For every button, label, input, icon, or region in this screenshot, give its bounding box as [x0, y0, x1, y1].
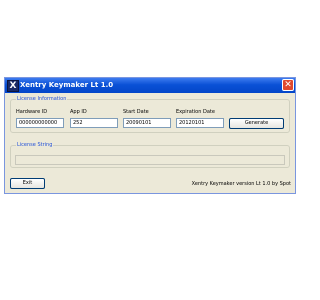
hardware-id-input[interactable]: 000000000000 [16, 118, 64, 128]
hardware-id-label: Hardware ID [16, 109, 48, 115]
license-information-legend: License Information [16, 95, 68, 103]
expiration-date-label: Expiration Date [176, 109, 215, 115]
exit-button[interactable]: Exit [10, 178, 45, 189]
start-date-input[interactable]: 20090101 [123, 118, 171, 128]
license-string-legend: License String [16, 141, 54, 149]
generate-button[interactable]: Generate [229, 118, 284, 129]
window-title: Xentry Keymaker Lt 1.0 [20, 81, 114, 89]
app-id-label: App ID [70, 109, 87, 115]
title-bar[interactable]: X Xentry Keymaker Lt 1.0 ✕ [5, 78, 295, 93]
license-string-group: License String [10, 141, 290, 168]
start-date-label: Start Date [123, 109, 149, 115]
keymaker-window: X Xentry Keymaker Lt 1.0 ✕ License Infor… [4, 77, 296, 194]
version-text: Xentry Keymaker version Lt 1.0 by Spot [191, 181, 291, 187]
close-button[interactable]: ✕ [282, 79, 294, 91]
license-string-output[interactable] [15, 155, 285, 165]
expiration-date-input[interactable]: 20120101 [176, 118, 224, 128]
app-id-input[interactable]: 252 [70, 118, 118, 128]
app-icon: X [7, 80, 19, 92]
license-information-group: License Information Hardware ID 00000000… [10, 95, 290, 133]
